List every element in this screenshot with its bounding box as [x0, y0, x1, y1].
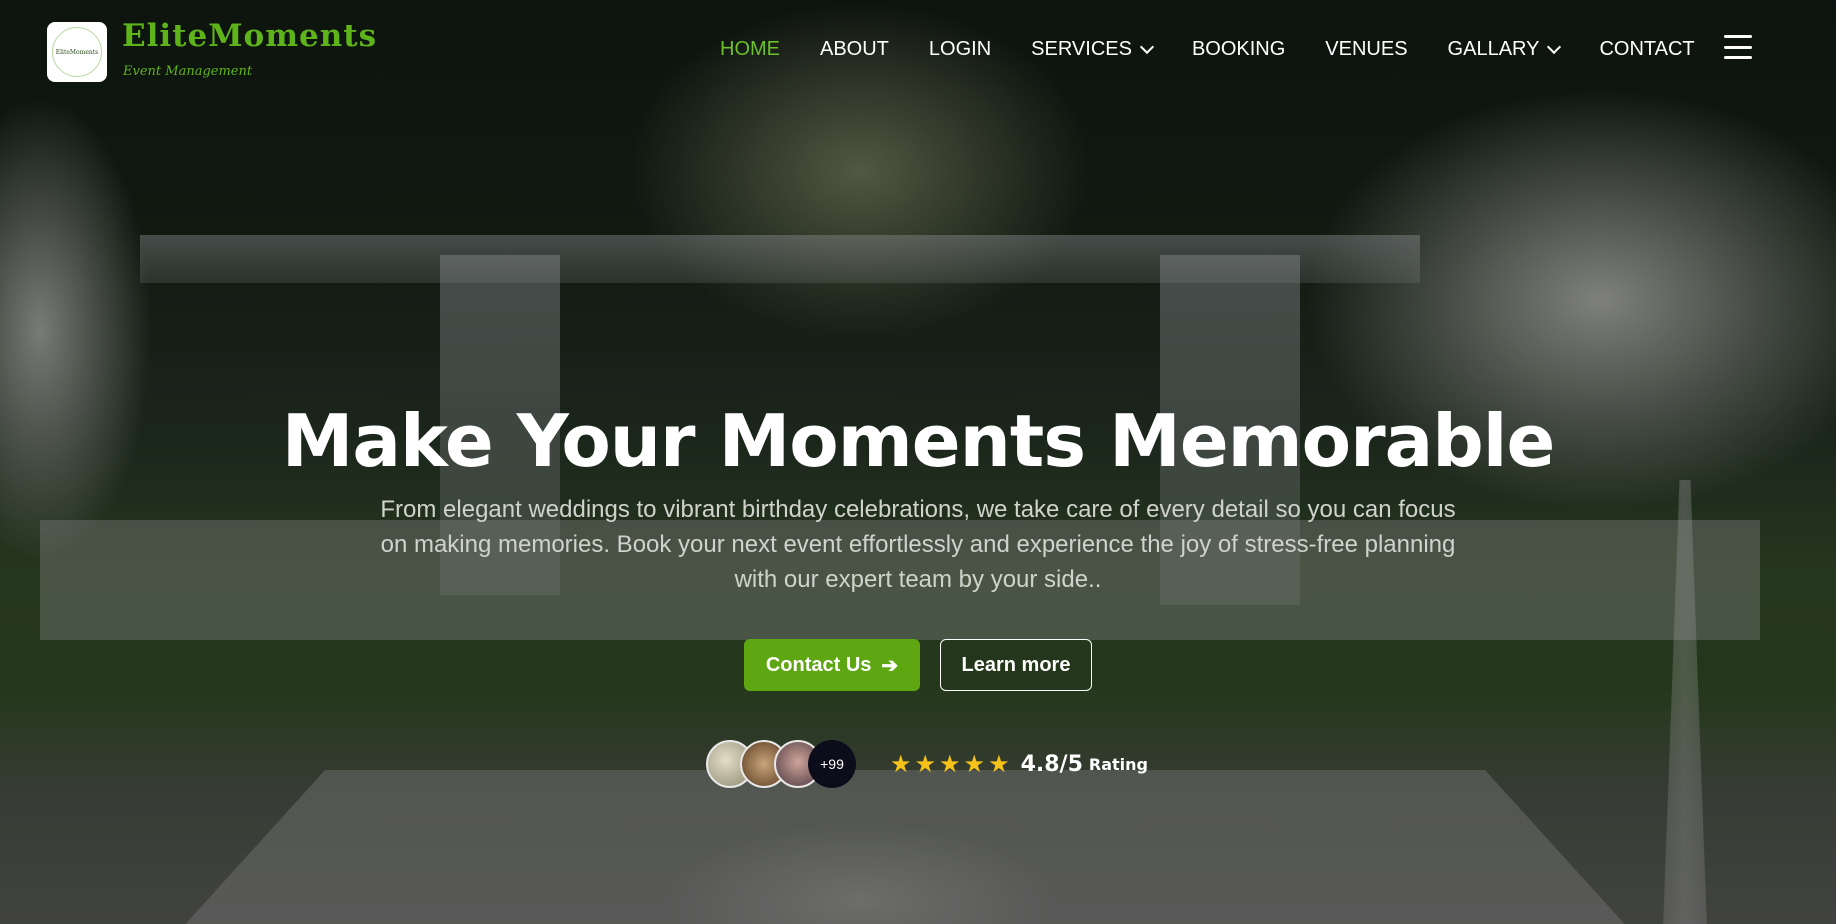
hamburger-line: [1724, 45, 1752, 49]
arrow-right-icon: ➔: [881, 654, 899, 677]
nav-gallary-label: GALLARY: [1447, 38, 1540, 60]
nav-services-label: SERVICES: [1031, 38, 1132, 60]
main-nav: HOME ABOUT LOGIN SERVICES BOOKING VENUES…: [720, 38, 1735, 61]
star-icon: ★: [914, 750, 937, 778]
rating-stars: ★ ★ ★ ★ ★ 4.8/5 Rating: [890, 750, 1148, 779]
chevron-down-icon: [1547, 39, 1562, 54]
hero-heading: Make Your Moments Memorable: [281, 399, 1556, 483]
rating-label: Rating: [1088, 754, 1148, 774]
nav-login[interactable]: LOGIN: [929, 38, 991, 61]
chevron-down-icon: [1139, 39, 1155, 54]
nav-venues[interactable]: VENUES: [1325, 38, 1407, 61]
star-icon: ★: [890, 750, 912, 778]
hero-description: From elegant weddings to vibrant birthda…: [380, 496, 1456, 593]
nav-home[interactable]: HOME: [720, 38, 780, 61]
hamburger-line: [1724, 56, 1752, 59]
hero-buttons: Contact Us ➔ Learn more: [744, 639, 1092, 691]
contact-us-label: Contact Us: [765, 653, 872, 676]
rating-value: 4.8/5: [1020, 751, 1083, 777]
nav-booking-label: BOOKING: [1191, 38, 1286, 60]
site-header: EliteMoments EliteMoments Event Manageme…: [0, 0, 1836, 100]
brand-title[interactable]: EliteMoments: [122, 18, 377, 54]
hamburger-line: [1724, 35, 1752, 38]
star-icon: ★: [988, 750, 1010, 778]
nav-contact[interactable]: CONTACT: [1599, 38, 1694, 61]
nav-booking[interactable]: BOOKING: [1192, 38, 1285, 61]
star-icon: ★: [939, 750, 961, 778]
nav-about-label: ABOUT: [820, 38, 889, 60]
nav-gallary[interactable]: GALLARY: [1447, 38, 1562, 61]
nav-login-label: LOGIN: [928, 38, 992, 60]
nav-contact-label: CONTACT: [1599, 38, 1695, 60]
hamburger-menu-icon[interactable]: [1724, 35, 1752, 59]
learn-more-button[interactable]: Learn more: [940, 639, 1092, 691]
nav-venues-label: VENUES: [1325, 38, 1408, 60]
social-proof: +99 ★ ★ ★ ★ ★ 4.8/5 Rating: [706, 740, 1148, 788]
hero-content: Make Your Moments Memorable From elegant…: [0, 396, 1836, 597]
nav-about[interactable]: ABOUT: [820, 38, 889, 61]
avatar-count-badge: +99: [808, 740, 856, 788]
brand-subtitle: Event Management: [123, 64, 253, 79]
hero-section: EliteMoments EliteMoments Event Manageme…: [0, 0, 1836, 924]
logo[interactable]: EliteMoments: [47, 22, 107, 82]
nav-services[interactable]: SERVICES: [1031, 38, 1155, 61]
logo-emblem: EliteMoments: [52, 27, 102, 77]
star-icon: ★: [963, 750, 986, 778]
contact-us-button[interactable]: Contact Us ➔: [744, 639, 920, 691]
nav-home-label: HOME: [720, 38, 780, 60]
